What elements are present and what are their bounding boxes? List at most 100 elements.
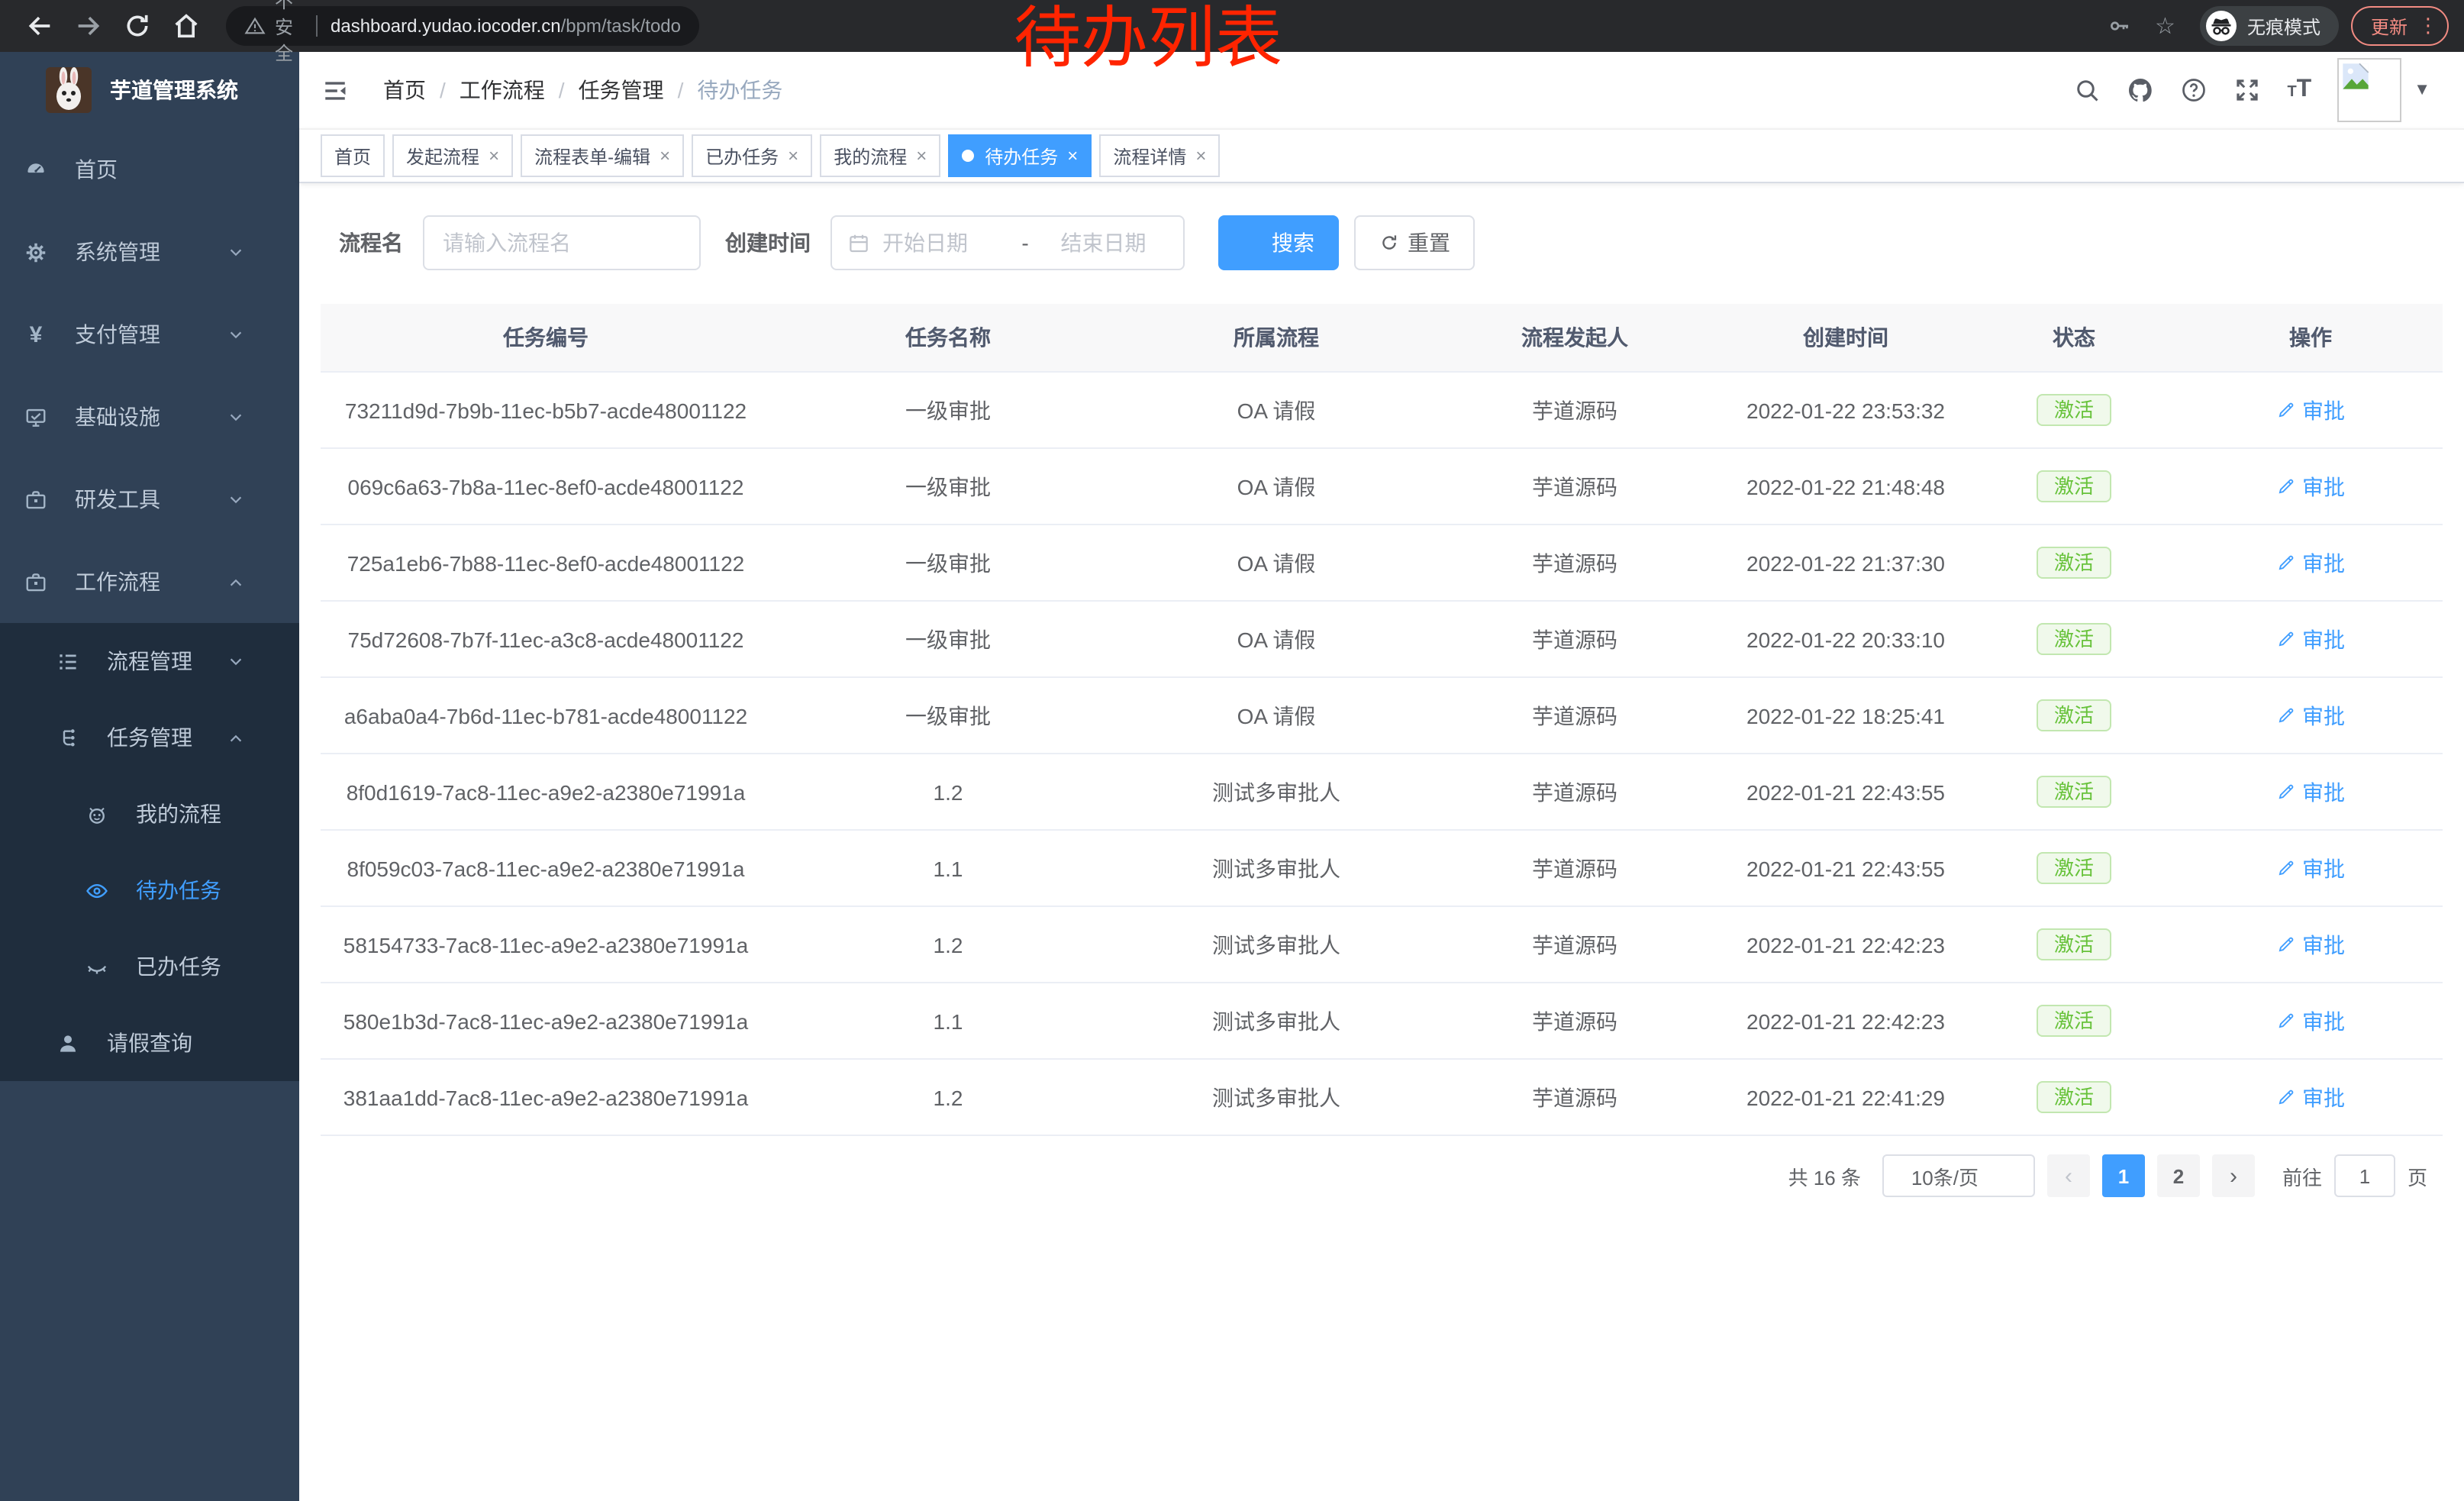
approve-link[interactable]: 审批 [2276, 700, 2345, 731]
app-logo[interactable]: 芋道管理系统 [0, 52, 299, 128]
breadcrumb-home[interactable]: 首页 [383, 75, 426, 105]
sidebar-item-待办任务[interactable]: 待办任务 [0, 852, 299, 928]
table-row[interactable]: 8f0d1619-7ac8-11ec-a9e2-a2380e71991a1.2测… [321, 754, 2443, 831]
sidebar-collapse-icon[interactable] [321, 77, 350, 103]
chevron-up-icon [227, 573, 244, 590]
cell-action: 审批 [2179, 624, 2443, 654]
update-button[interactable]: 更新 ⋮ [2351, 6, 2449, 46]
table-row[interactable]: 8f059c03-7ac8-11ec-a9e2-a2380e71991a1.1测… [321, 831, 2443, 907]
tab-流程详情[interactable]: 流程详情× [1099, 134, 1220, 177]
home-icon[interactable] [171, 11, 202, 41]
tab-label: 发起流程 [406, 143, 479, 169]
url-bar[interactable]: 不安全 dashboard.yudao.iocoder.cn/bpm/task/… [226, 6, 699, 46]
sidebar-item-label: 首页 [75, 154, 118, 185]
sidebar-item-请假查询[interactable]: 请假查询 [0, 1005, 299, 1081]
help-icon[interactable] [2180, 76, 2208, 104]
approve-link[interactable]: 审批 [2276, 471, 2345, 502]
sidebar-item-我的流程[interactable]: 我的流程 [0, 776, 299, 852]
approve-link[interactable]: 审批 [2276, 853, 2345, 883]
tab-首页[interactable]: 首页 [321, 134, 385, 177]
sidebar-item-流程管理[interactable]: 流程管理 [0, 623, 299, 699]
tab-待办任务[interactable]: 待办任务 × [948, 134, 1092, 177]
breadcrumb-workflow[interactable]: 工作流程 [460, 75, 545, 105]
cell-task-name: 1.1 [771, 1009, 1125, 1033]
tab-我的流程[interactable]: 我的流程 × [820, 134, 940, 177]
approve-link[interactable]: 审批 [2276, 776, 2345, 807]
cell-status: 激活 [1969, 470, 2179, 502]
sidebar-item-工作流程[interactable]: 工作流程 [0, 541, 299, 623]
tab-已办任务[interactable]: 已办任务× [692, 134, 812, 177]
pencil-icon [2276, 476, 2296, 496]
tab-close-icon[interactable]: × [1067, 147, 1078, 165]
tab-发起流程[interactable]: 发起流程 × [392, 134, 513, 177]
cell-action: 审批 [2179, 395, 2443, 425]
approve-link[interactable]: 审批 [2276, 547, 2345, 578]
tab-label: 我的流程 [834, 143, 907, 169]
page-size-select[interactable]: 10条/页 [1882, 1154, 2035, 1197]
sidebar-item-首页[interactable]: 首页 [0, 128, 299, 211]
sidebar-item-任务管理[interactable]: 任务管理 [0, 699, 299, 776]
task-table: 任务编号任务名称所属流程流程发起人创建时间状态操作73211d9d-7b9b-1… [321, 304, 2443, 1136]
goto-page-input[interactable] [2334, 1154, 2395, 1197]
font-size-icon[interactable]: TT [2287, 76, 2311, 104]
page-button-1[interactable]: 1 [2102, 1154, 2145, 1197]
back-icon[interactable] [24, 11, 55, 41]
prev-page-button[interactable]: ‹ [2047, 1154, 2090, 1197]
key-icon[interactable] [2106, 14, 2130, 38]
status-badge: 激活 [2037, 547, 2111, 579]
page-button-2[interactable]: 2 [2157, 1154, 2200, 1197]
tab-close-icon[interactable]: × [788, 147, 798, 165]
sidebar-item-研发工具[interactable]: 研发工具 [0, 458, 299, 541]
sidebar-item-基础设施[interactable]: 基础设施 [0, 376, 299, 458]
process-name-input[interactable] [423, 215, 701, 270]
tab-close-icon[interactable]: × [916, 147, 927, 165]
table-row[interactable]: 069c6a63-7b8a-11ec-8ef0-acde48001122一级审批… [321, 449, 2443, 525]
forward-icon[interactable] [73, 11, 104, 41]
cell-created: 2022-01-22 18:25:41 [1722, 703, 1969, 728]
avatar[interactable] [2337, 58, 2401, 122]
reset-button[interactable]: 重置 [1354, 215, 1475, 270]
approve-link[interactable]: 审批 [2276, 624, 2345, 654]
next-page-button[interactable]: › [2212, 1154, 2255, 1197]
end-date-placeholder[interactable]: 结束日期 [1039, 228, 1168, 258]
star-icon[interactable]: ☆ [2155, 15, 2175, 37]
sidebar-item-已办任务[interactable]: 已办任务 [0, 928, 299, 1005]
approve-link[interactable]: 审批 [2276, 1006, 2345, 1036]
table-row[interactable]: 381aa1dd-7ac8-11ec-a9e2-a2380e71991a1.2测… [321, 1060, 2443, 1136]
date-range-picker[interactable]: 开始日期 - 结束日期 [830, 215, 1185, 270]
github-icon[interactable] [2127, 76, 2154, 104]
table-row[interactable]: 725a1eb6-7b88-11ec-8ef0-acde48001122一级审批… [321, 525, 2443, 602]
browser-menu-icon[interactable]: ⋮ [2418, 14, 2438, 38]
sidebar-item-label: 待办任务 [136, 875, 221, 905]
table-row[interactable]: 75d72608-7b7f-11ec-a3c8-acde48001122一级审批… [321, 602, 2443, 678]
sidebar-item-系统管理[interactable]: 系统管理 [0, 211, 299, 293]
tab-close-icon[interactable]: × [489, 147, 499, 165]
table-row[interactable]: 73211d9d-7b9b-11ec-b5b7-acde48001122一级审批… [321, 373, 2443, 449]
approve-link[interactable]: 审批 [2276, 929, 2345, 960]
search-icon[interactable] [2073, 76, 2101, 104]
table-row[interactable]: 580e1b3d-7ac8-11ec-a9e2-a2380e71991a1.1测… [321, 983, 2443, 1060]
breadcrumb-task-manage[interactable]: 任务管理 [579, 75, 664, 105]
cell-process: OA 请假 [1125, 471, 1427, 502]
main-area: 首页 / 工作流程 / 任务管理 / 待办任务 TT ▼ [299, 52, 2464, 1501]
tab-close-icon[interactable]: × [660, 147, 670, 165]
table-row[interactable]: 58154733-7ac8-11ec-a9e2-a2380e71991a1.2测… [321, 907, 2443, 983]
tab-label: 待办任务 [985, 143, 1058, 169]
table-row[interactable]: a6aba0a4-7b6d-11ec-b781-acde48001122一级审批… [321, 678, 2443, 754]
cell-task-name: 一级审批 [771, 700, 1125, 731]
pencil-icon [2276, 705, 2296, 725]
tab-close-icon[interactable]: × [1195, 147, 1206, 165]
sidebar-item-支付管理[interactable]: ¥支付管理 [0, 293, 299, 376]
caret-down-icon[interactable]: ▼ [2414, 81, 2430, 99]
sidebar-item-label: 流程管理 [107, 646, 192, 676]
tab-流程表单-编辑[interactable]: 流程表单-编辑× [521, 134, 684, 177]
status-badge: 激活 [2037, 1081, 2111, 1113]
url-host: dashboard.yudao.iocoder.cn [331, 15, 561, 37]
fullscreen-icon[interactable] [2233, 76, 2261, 104]
search-button[interactable]: 搜索 [1218, 215, 1339, 270]
reload-icon[interactable] [122, 11, 153, 41]
approve-link[interactable]: 审批 [2276, 395, 2345, 425]
approve-link[interactable]: 审批 [2276, 1082, 2345, 1112]
dashboard-icon [24, 158, 47, 181]
start-date-placeholder[interactable]: 开始日期 [882, 228, 1011, 258]
